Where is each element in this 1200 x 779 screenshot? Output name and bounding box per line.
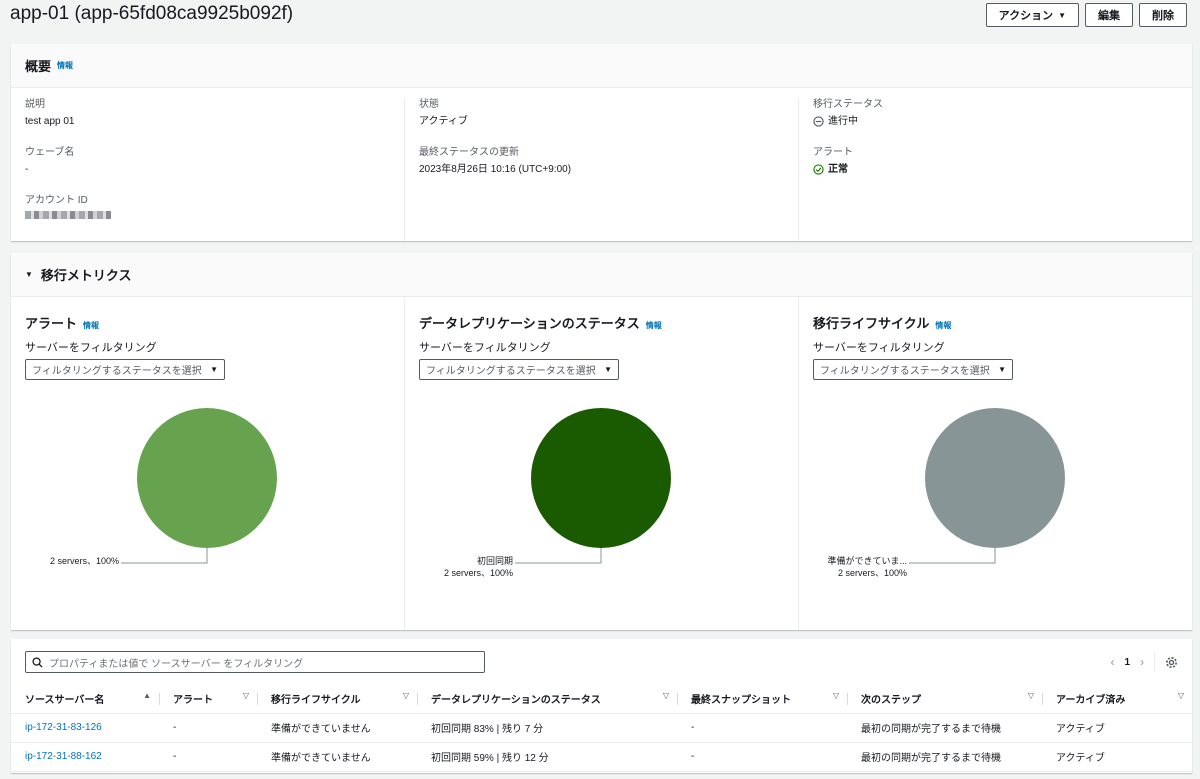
metric-chart-lifecycle: 移行ライフサイクル 情報 サーバーをフィルタリング フィルタリングするステータス… [799, 297, 1192, 630]
check-circle-icon [813, 164, 824, 175]
state-label: 状態 [419, 99, 439, 110]
sort-icon[interactable]: ▲ [143, 691, 151, 700]
server-link[interactable]: ip-172-31-83-126 [25, 722, 102, 733]
account-id-label: アカウント ID [25, 195, 88, 206]
wave-label: ウェーブ名 [25, 147, 75, 158]
account-id-redacted [25, 211, 111, 219]
pie-chart [121, 408, 277, 564]
source-servers-table: ソースサーバー名 ▲ アラート ▽ 移行ライフサイクル ▽ データレプリケーションのステータ… [11, 685, 1192, 772]
prev-page-icon[interactable]: ‹ [1110, 655, 1114, 669]
metric-chart-alert: アラート 情報 サーバーをフィルタリング フィルタリングするステータスを選択 ▼… [11, 297, 405, 630]
table-cell: - [677, 713, 847, 743]
alert-label: アラート [813, 147, 853, 158]
page-title: app-01 (app-65fd08ca9925b092f) [10, 3, 294, 24]
overview-col-2: 状態 アクティブ 最終ステータスの更新 2023年8月26日 10:16 (UT… [405, 98, 799, 241]
table-row: ip-172-31-83-126- 準備ができていません 初回同期 83% | 残り… [11, 713, 1192, 743]
table-cell: 初回同期 83% | 残り 7 分 [417, 713, 677, 743]
table-cell: 最初の同期が完了するまで待機 [847, 713, 1042, 743]
settings-gear-icon[interactable] [1165, 656, 1178, 669]
sort-icon[interactable]: ▽ [243, 691, 249, 700]
actions-label: アクション [998, 10, 1054, 22]
current-page[interactable]: 1 [1124, 657, 1130, 668]
source-servers-panel: プロパティまたは値で ソースサーバー をフィルタリング ‹ 1 › ソースサーバ… [11, 639, 1192, 773]
pie-label: 初回同期 2 servers、100% [444, 555, 513, 579]
overview-col-1: 説明 test app 01 ウェーブ名 - アカウント ID [11, 98, 405, 241]
search-placeholder: プロパティまたは値で ソースサーバー をフィルタリング [49, 658, 304, 670]
header-actions: アクション ▼ 編集 削除 [985, 3, 1187, 27]
description-value: test app 01 [25, 116, 75, 127]
actions-dropdown-button[interactable]: アクション ▼ [985, 3, 1079, 27]
pie-slice[interactable] [137, 408, 277, 548]
last-update-label: 最終ステータスの更新 [419, 147, 519, 158]
pie-leader-line [909, 548, 996, 564]
pie-chart [909, 408, 1065, 564]
table-cell: - [159, 742, 257, 772]
migration-metrics-panel: ▼ 移行メトリクス アラート 情報 サーバーをフィルタリング フィルタリングする… [11, 253, 1192, 630]
table-cell[interactable]: ip-172-31-88-162 [11, 742, 159, 772]
delete-button[interactable]: 削除 [1139, 3, 1187, 27]
sort-icon[interactable]: ▽ [1178, 691, 1184, 700]
table-cell: アクティブ [1042, 742, 1192, 772]
slice-count: 2 servers、100% [443, 568, 513, 578]
overview-header: 概要 情報 [11, 44, 1192, 88]
slice-label: 初回同期 [476, 556, 513, 566]
server-link[interactable]: ip-172-31-88-162 [25, 751, 102, 762]
caret-down-icon: ▼ [1058, 10, 1066, 20]
table-cell[interactable]: ip-172-31-83-126 [11, 713, 159, 743]
slice-label: 準備ができていま... [827, 556, 907, 566]
column-header[interactable]: ソースサーバー名 ▲ [11, 685, 159, 714]
slice-count: 2 servers、100% [837, 568, 907, 578]
last-update-value: 2023年8月26日 10:16 (UTC+9:00) [419, 164, 572, 175]
metrics-title: 移行メトリクス [40, 268, 132, 283]
pie-label: 2 servers、100% [50, 555, 119, 567]
sort-icon[interactable]: ▽ [663, 691, 669, 700]
sort-icon[interactable]: ▽ [403, 691, 409, 700]
column-header[interactable]: アラート ▽ [159, 685, 257, 714]
column-header[interactable]: 最終スナップショット ▽ [677, 685, 847, 714]
table-row: ip-172-31-88-162- 準備ができていません 初回同期 59% | 残り… [11, 742, 1192, 772]
filter-search-input[interactable]: プロパティまたは値で ソースサーバー をフィルタリング [25, 651, 485, 673]
pie-chart [515, 408, 671, 564]
table-cell: 準備ができていません [257, 742, 417, 772]
state-value: アクティブ [419, 116, 468, 127]
table-cell: 初回同期 59% | 残り 12 分 [417, 742, 677, 772]
table-cell: 最初の同期が完了するまで待機 [847, 742, 1042, 772]
pie-leader-line [121, 548, 208, 564]
overview-col-3: 移行ステータス 進行中 アラート 正常 [799, 98, 1192, 241]
pie-label: 準備ができていま... 2 servers、100% [827, 555, 907, 579]
column-header[interactable]: アーカイブ済み ▽ [1042, 685, 1192, 714]
search-icon [32, 656, 43, 668]
column-header[interactable]: 移行ライフサイクル ▽ [257, 685, 417, 714]
in-progress-icon [813, 116, 824, 127]
table-cell: 準備ができていません [257, 713, 417, 743]
edit-button[interactable]: 編集 [1085, 3, 1133, 27]
pie-slice[interactable] [925, 408, 1065, 548]
metric-chart-replication: データレプリケーションのステータス 情報 サーバーをフィルタリング フィルタリン… [405, 297, 799, 630]
metrics-header[interactable]: ▼ 移行メトリクス [11, 253, 1192, 297]
wave-value: - [25, 164, 29, 175]
page-header: app-01 (app-65fd08ca9925b092f) アクション ▼ 編… [0, 0, 1200, 34]
alert-value: 正常 [828, 164, 848, 175]
description-label: 説明 [25, 99, 45, 110]
table-cell: - [677, 742, 847, 772]
migration-status-value: 進行中 [828, 116, 858, 127]
column-header[interactable]: 次のステップ ▽ [847, 685, 1042, 714]
migration-status-label: 移行ステータス [813, 99, 883, 110]
pagination: ‹ 1 › [1110, 653, 1178, 671]
table-cell: - [159, 713, 257, 743]
column-header[interactable]: データレプリケーションのステータス ▽ [417, 685, 677, 714]
overview-title: 概要 [25, 59, 52, 74]
sort-icon[interactable]: ▽ [833, 691, 839, 700]
sort-icon[interactable]: ▽ [1028, 691, 1034, 700]
table-cell: アクティブ [1042, 713, 1192, 743]
next-page-icon[interactable]: › [1140, 655, 1144, 669]
slice-count: 2 servers、100% [49, 556, 119, 566]
overview-panel: 概要 情報 説明 test app 01 ウェーブ名 - アカウント ID 状態… [11, 44, 1192, 241]
overview-info-link[interactable]: 情報 [57, 60, 73, 71]
pie-slice[interactable] [531, 408, 671, 548]
collapse-caret-icon[interactable]: ▼ [25, 270, 33, 279]
pie-leader-line [515, 548, 602, 564]
